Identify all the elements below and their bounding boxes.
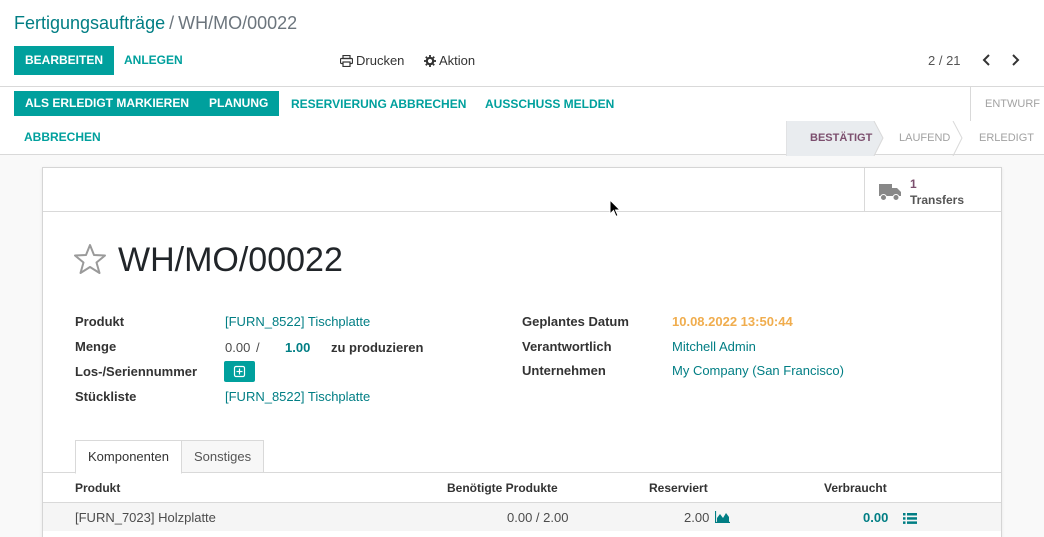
add-lot-button[interactable] [224, 361, 255, 382]
col-header-consumed[interactable]: Verbraucht [824, 481, 887, 495]
planning-button[interactable]: Planung [198, 91, 280, 116]
chevron-right-icon [1012, 54, 1020, 66]
row-product[interactable]: [FURN_7023] Holzplatte [75, 510, 216, 525]
stage-in-progress[interactable]: Laufend [899, 122, 950, 154]
breadcrumb-separator: / [169, 13, 175, 33]
company-label: Unternehmen [522, 363, 606, 378]
button-box: 1 Transfers [43, 168, 1001, 212]
favorite-star-icon[interactable] [73, 243, 107, 278]
transfers-count: 1 [910, 177, 917, 191]
stage-draft[interactable]: Entwurf [985, 88, 1040, 120]
breadcrumb-parent-link[interactable]: Fertigungsaufträge [14, 13, 165, 33]
form-sheet: 1 Transfers WH/MO/00022 Produkt [FURN_85… [42, 167, 1002, 537]
detailed-operations-icon[interactable] [903, 512, 917, 527]
company-value[interactable]: My Company (San Francisco) [672, 363, 844, 378]
control-panel: Fertigungsaufträge / WH/MO/00022 Bearbeite… [0, 0, 1044, 156]
stage-done[interactable]: Erledigt [979, 122, 1034, 154]
action-menu[interactable]: Aktion [424, 53, 475, 68]
pager-value[interactable]: 2 / 21 [928, 53, 961, 68]
qty-separator: / [256, 340, 260, 355]
report-scrap-button[interactable]: Ausschuss melden [475, 90, 624, 118]
planned-date-value[interactable]: 10.08.2022 13:50:44 [672, 314, 793, 329]
form-statusbar: Als erledigt markieren Planung Reservier… [0, 86, 1044, 156]
pager-previous-button[interactable] [977, 50, 997, 70]
print-icon [339, 54, 354, 68]
responsible-value[interactable]: Mitchell Admin [672, 339, 756, 354]
col-header-reserved[interactable]: Reserviert [649, 481, 708, 495]
row-reserved: 2.00 [684, 510, 710, 525]
bom-value[interactable]: [FURN_8522] Tischplatte [225, 389, 370, 404]
mouse-cursor-icon [609, 199, 621, 218]
breadcrumb-current: WH/MO/00022 [178, 13, 298, 33]
truck-icon [879, 184, 901, 201]
bom-label: Stückliste [75, 389, 137, 404]
print-label: Drucken [356, 53, 405, 68]
mark-done-button[interactable]: Als erledigt markieren [14, 91, 201, 116]
gear-icon [424, 55, 436, 67]
row-consumed[interactable]: 0.00 [863, 510, 888, 525]
qty-to-produce[interactable]: 1.00 [285, 340, 310, 355]
cancel-button[interactable]: Abbrechen [14, 123, 111, 151]
tab-misc[interactable]: Sonstiges [182, 440, 265, 473]
product-value[interactable]: [FURN_8522] Tischplatte [225, 314, 370, 329]
responsible-label: Verantwortlich [522, 339, 612, 354]
forecast-chart-icon[interactable] [714, 511, 730, 526]
product-label: Produkt [75, 314, 125, 329]
col-header-product[interactable]: Produkt [75, 481, 120, 495]
status-divider [970, 87, 971, 121]
lot-label: Los-/Seriennummer [75, 364, 198, 379]
plus-square-icon [233, 365, 246, 378]
qty-produced: 0.00 [225, 340, 251, 355]
print-menu[interactable]: Drucken [339, 53, 405, 68]
tab-components[interactable]: Komponenten [75, 440, 182, 474]
chevron-left-icon [982, 54, 990, 66]
edit-button[interactable]: Bearbeiten [14, 46, 115, 75]
record-title: WH/MO/00022 [118, 241, 343, 279]
breadcrumb: Fertigungsaufträge / WH/MO/00022 [14, 13, 297, 34]
notebook-tabs: Komponenten Sonstiges [43, 440, 1001, 474]
pager-next-button[interactable] [1005, 50, 1025, 70]
transfers-smart-button[interactable]: 1 Transfers [864, 168, 1001, 212]
cancel-reservation-button[interactable]: Reservierung abbrechen [281, 90, 476, 118]
transfers-label: Transfers [910, 193, 965, 207]
action-label: Aktion [439, 53, 476, 68]
stage-confirmed[interactable]: Bestätigt [810, 122, 872, 154]
planned-date-label: Geplantes Datum [522, 314, 629, 329]
col-header-needed[interactable]: Benötigte Produkte [447, 481, 558, 495]
qty-suffix: zu produzieren [331, 340, 424, 355]
create-button[interactable]: Anlegen [114, 46, 193, 74]
row-needed: 0.00 / 2.00 [507, 510, 569, 525]
quantity-label: Menge [75, 339, 117, 354]
